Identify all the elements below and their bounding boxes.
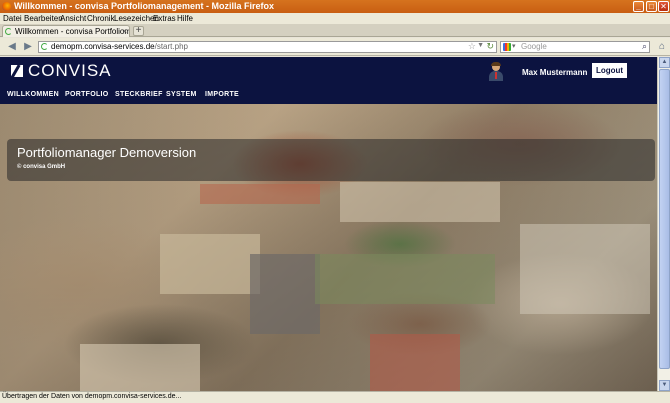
tab-willkommen[interactable]: Willkommen - convisa Portfoliomanagement… [2,25,130,37]
page-content: CONVISA Max Mustermann Logout WILLKOMMEN… [0,57,657,391]
nav-item-portfolio[interactable]: PORTFOLIO [65,91,109,98]
maximize-button[interactable]: □ [646,1,657,12]
url-dropdown-icon[interactable]: ▼ [477,41,484,51]
bookmark-star-icon[interactable]: ☆ [468,41,476,51]
menu-extras[interactable]: Extras [153,13,176,24]
navigation-bar: ◀ ▶ demopm.convisa-services.de/start.php… [0,38,670,56]
url-domain: demopm.convisa-services.de [51,42,155,51]
title-bar: Willkommen - convisa Portfoliomanagement… [0,0,670,13]
reload-icon[interactable]: ↻ [486,41,494,51]
building-shape [315,254,495,304]
banner-title: Portfoliomanager Demoversion [17,145,197,160]
site-loading-icon [41,43,48,50]
search-icon[interactable]: ⌕ [642,41,647,51]
scrollbar-thumb[interactable] [659,69,670,369]
minimize-button[interactable]: _ [633,1,644,12]
convisa-logo-icon [11,65,23,77]
firefox-icon [2,2,11,11]
home-button[interactable]: ⌂ [656,41,668,53]
user-name: Max Mustermann [522,68,588,77]
google-icon [503,43,511,51]
building-shape [160,234,260,294]
nav-item-willkommen[interactable]: WILLKOMMEN [7,91,59,98]
menu-bar: Datei Bearbeiten Ansicht Chronik Lesezei… [0,13,670,24]
menu-ansicht[interactable]: Ansicht [60,13,86,24]
status-bar: Übertragen der Daten von demopm.convisa-… [0,391,670,403]
scroll-up-arrow-icon[interactable]: ▲ [659,57,670,68]
new-tab-button[interactable]: + [133,26,144,36]
url-bar[interactable]: demopm.convisa-services.de/start.php ☆ ▼… [38,41,497,53]
search-engine-dropdown-icon[interactable]: ▾ [512,42,516,52]
building-shape [370,334,460,391]
url-path: /start.php [154,42,188,51]
nav-item-importe[interactable]: IMPORTE [205,91,239,98]
menu-datei[interactable]: Datei [3,13,22,24]
browser-window: Willkommen - convisa Portfoliomanagement… [0,0,670,403]
convisa-logo[interactable]: CONVISA [28,61,112,81]
building-shape [340,182,500,222]
menu-chronik[interactable]: Chronik [87,13,115,24]
banner-copyright: © convisa GmbH [17,164,66,170]
menu-bearbeiten[interactable]: Bearbeiten [24,13,63,24]
search-input[interactable]: ▾ Google ⌕ [500,41,650,53]
back-button[interactable]: ◀ [6,41,18,53]
building-shape [200,184,320,204]
building-shape [520,224,650,314]
loading-icon [5,28,12,35]
forward-button[interactable]: ▶ [22,41,34,53]
tab-bar: Willkommen - convisa Portfoliomanagement… [0,24,670,37]
search-placeholder: Google [521,42,547,51]
nav-item-system[interactable]: SYSTEM [166,91,197,98]
nav-item-steckbrief[interactable]: STECKBRIEF [115,91,163,98]
window-title: Willkommen - convisa Portfoliomanagement… [14,1,274,11]
scroll-down-arrow-icon[interactable]: ▼ [659,380,670,391]
tab-label: Willkommen - convisa Portfoliomanagement [15,27,129,36]
vertical-scrollbar[interactable]: ▲ ▼ [657,57,670,391]
building-shape [250,254,320,334]
site-header: CONVISA Max Mustermann Logout [0,57,657,87]
welcome-banner: Portfoliomanager Demoversion © convisa G… [7,139,655,181]
site-navigation: WILLKOMMEN PORTFOLIO STECKBRIEF SYSTEM I… [0,87,657,104]
tab-close-icon[interactable]: × [122,26,127,37]
menu-hilfe[interactable]: Hilfe [177,13,193,24]
status-text: Übertragen der Daten von demopm.convisa-… [2,393,182,400]
logout-button[interactable]: Logout [592,63,627,78]
user-avatar-icon [488,62,504,81]
building-shape [80,344,200,391]
close-button[interactable]: ✕ [658,1,669,12]
